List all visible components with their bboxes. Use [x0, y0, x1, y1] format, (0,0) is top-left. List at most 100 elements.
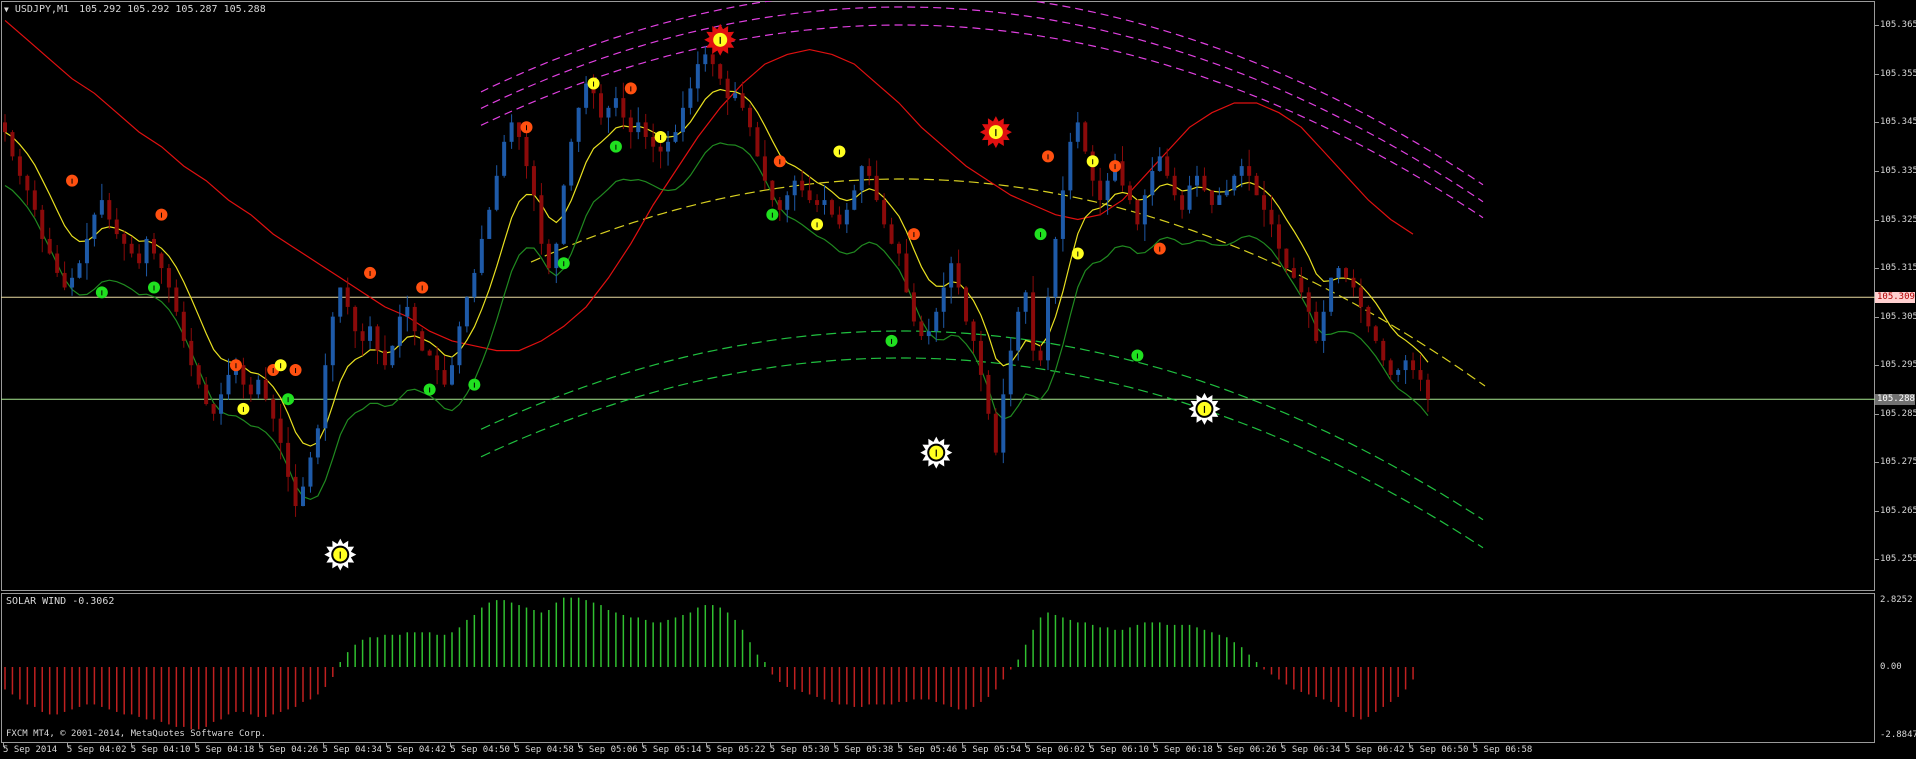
signal-dot-green[interactable]	[148, 281, 160, 294]
candle[interactable]	[263, 367, 268, 402]
candle[interactable]	[680, 91, 685, 142]
candle[interactable]	[1157, 147, 1162, 172]
candle[interactable]	[1254, 172, 1259, 196]
candle[interactable]	[822, 184, 827, 215]
candle[interactable]	[1150, 157, 1155, 206]
candle[interactable]	[509, 114, 514, 149]
signal-dot-green[interactable]	[468, 378, 481, 391]
signal-dot-orange[interactable]	[520, 121, 533, 134]
candle[interactable]	[1329, 277, 1334, 316]
candle[interactable]	[628, 109, 633, 149]
candle[interactable]	[911, 283, 916, 327]
signal-dot-yellow[interactable]	[1071, 247, 1084, 260]
signal-dot-orange[interactable]	[155, 208, 168, 221]
candle[interactable]	[278, 404, 283, 460]
candle[interactable]	[293, 464, 298, 517]
candle[interactable]	[1247, 149, 1252, 191]
candle[interactable]	[92, 212, 97, 247]
candle[interactable]	[47, 227, 52, 255]
candle[interactable]	[1038, 344, 1043, 367]
candle[interactable]	[338, 287, 343, 323]
sun-marker-white[interactable]	[324, 538, 357, 571]
candle[interactable]	[926, 318, 931, 345]
signal-dot-green[interactable]	[766, 208, 779, 221]
candle[interactable]	[10, 130, 15, 161]
candle[interactable]	[181, 301, 186, 348]
signal-dot-orange[interactable]	[416, 281, 429, 294]
sun-marker-red[interactable]	[704, 23, 737, 56]
candle[interactable]	[77, 260, 82, 279]
candle[interactable]	[435, 346, 440, 385]
signal-dot-orange[interactable]	[364, 266, 377, 279]
solar-wind-histogram[interactable]	[1, 593, 1875, 743]
candle[interactable]	[897, 241, 901, 266]
candle[interactable]	[673, 124, 678, 144]
candle[interactable]	[152, 232, 156, 260]
candle[interactable]	[1142, 189, 1147, 241]
candle[interactable]	[539, 183, 544, 255]
candle[interactable]	[457, 321, 462, 374]
candle[interactable]	[1060, 176, 1065, 252]
candle[interactable]	[934, 307, 939, 342]
candle[interactable]	[964, 286, 969, 326]
candle[interactable]	[99, 183, 104, 218]
candle[interactable]	[159, 252, 164, 284]
candle[interactable]	[1336, 266, 1341, 284]
candle[interactable]	[725, 70, 730, 115]
candle[interactable]	[502, 134, 507, 178]
candle[interactable]	[1239, 158, 1244, 188]
signal-dot-green[interactable]	[557, 257, 570, 270]
sun-marker-white[interactable]	[920, 436, 953, 469]
signal-dot-yellow[interactable]	[237, 402, 250, 415]
candle[interactable]	[1411, 352, 1416, 379]
candle[interactable]	[412, 303, 417, 346]
candle[interactable]	[777, 196, 782, 221]
candle[interactable]	[815, 194, 820, 213]
candle[interactable]	[1023, 290, 1028, 324]
candle[interactable]	[40, 204, 45, 253]
candle[interactable]	[770, 180, 775, 207]
candle[interactable]	[129, 236, 134, 258]
candle[interactable]	[450, 356, 454, 386]
candle[interactable]	[844, 202, 849, 234]
signal-dot-orange[interactable]	[1109, 160, 1122, 173]
candle[interactable]	[32, 180, 37, 217]
candle[interactable]	[1217, 187, 1222, 206]
signal-dot-orange[interactable]	[773, 155, 786, 168]
candle[interactable]	[1090, 145, 1095, 197]
candle[interactable]	[1306, 287, 1311, 328]
candle[interactable]	[949, 256, 954, 304]
signal-dot-orange[interactable]	[1153, 242, 1166, 255]
candle[interactable]	[613, 86, 618, 117]
candle[interactable]	[688, 77, 693, 115]
candle[interactable]	[748, 104, 752, 137]
candle[interactable]	[84, 222, 89, 280]
candle[interactable]	[375, 324, 380, 365]
candle[interactable]	[874, 160, 879, 202]
candle[interactable]	[226, 358, 231, 400]
signal-dot-green[interactable]	[885, 334, 898, 347]
signal-dot-green[interactable]	[282, 393, 295, 406]
candle[interactable]	[1262, 180, 1267, 227]
signal-dot-orange[interactable]	[289, 364, 302, 377]
candle[interactable]	[1351, 269, 1356, 297]
candle[interactable]	[1321, 300, 1326, 353]
candle[interactable]	[360, 323, 365, 356]
candle[interactable]	[189, 328, 194, 377]
candle[interactable]	[1172, 167, 1177, 201]
signal-dot-green[interactable]	[423, 383, 436, 396]
candle[interactable]	[755, 121, 760, 157]
candle[interactable]	[517, 122, 522, 150]
candle[interactable]	[956, 249, 961, 295]
candle[interactable]	[1120, 146, 1125, 192]
signal-dot-orange[interactable]	[624, 82, 637, 95]
signal-dot-yellow[interactable]	[833, 145, 846, 158]
candle[interactable]	[1135, 199, 1140, 231]
candle[interactable]	[330, 312, 335, 382]
candle[interactable]	[621, 82, 626, 130]
candle[interactable]	[25, 174, 30, 206]
candle[interactable]	[308, 451, 313, 493]
main-chart-plot[interactable]	[1, 1, 1875, 591]
candle[interactable]	[382, 335, 387, 370]
candle[interactable]	[368, 316, 373, 349]
